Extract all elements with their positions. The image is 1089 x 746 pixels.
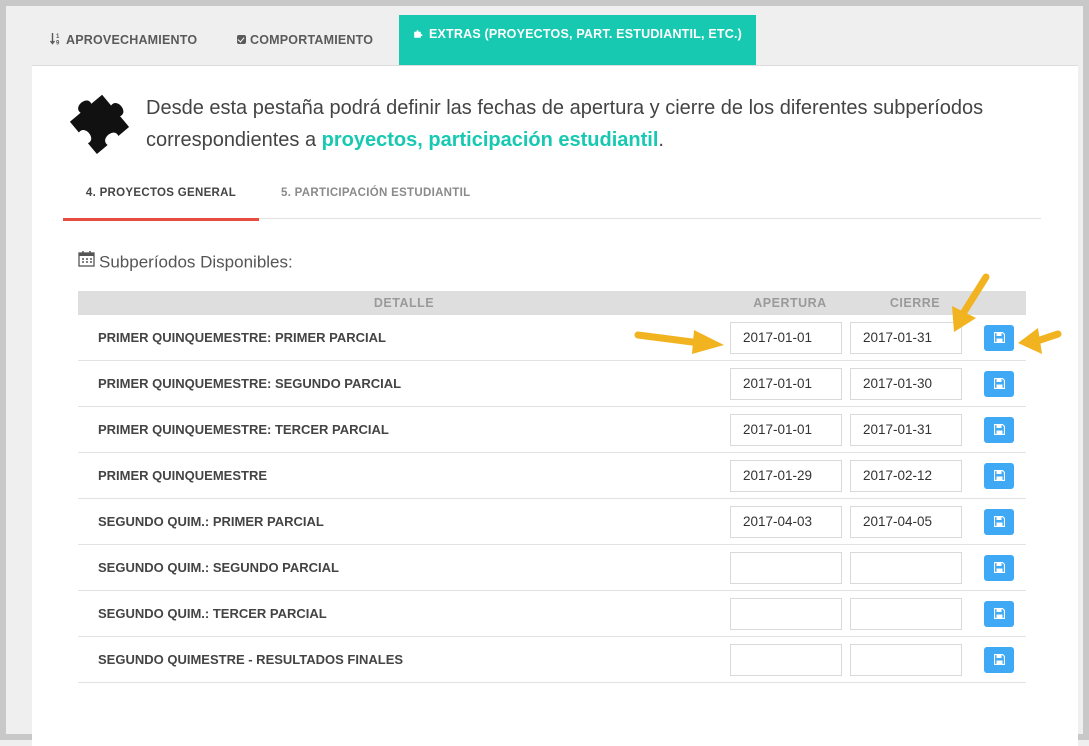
table-header-row: DETALLE APERTURA CIERRE bbox=[78, 291, 1026, 315]
apertura-date-input[interactable] bbox=[730, 643, 842, 676]
save-floppy-icon bbox=[993, 470, 1005, 481]
cierre-date-input[interactable] bbox=[850, 597, 962, 630]
table-row: PRIMER QUINQUEMESTRE: TERCER PARCIAL bbox=[78, 406, 1026, 453]
puzzle-piece-icon bbox=[413, 16, 425, 54]
apertura-cell bbox=[730, 406, 850, 453]
apertura-date-input[interactable] bbox=[730, 505, 842, 538]
detalle-cell: PRIMER QUINQUEMESTRE: SEGUNDO PARCIAL bbox=[78, 360, 730, 407]
cierre-date-input[interactable] bbox=[850, 413, 962, 446]
extras-panel: Desde esta pestaña podrá definir las fec… bbox=[32, 66, 1078, 746]
cierre-cell bbox=[850, 636, 980, 683]
detalle-cell: PRIMER QUINQUEMESTRE bbox=[78, 452, 730, 499]
apertura-date-input[interactable] bbox=[730, 367, 842, 400]
apertura-cell bbox=[730, 360, 850, 407]
actions-cell bbox=[980, 452, 1026, 499]
col-header-detalle: DETALLE bbox=[78, 291, 730, 315]
cierre-date-input[interactable] bbox=[850, 551, 962, 584]
detalle-cell: SEGUNDO QUIM.: TERCER PARCIAL bbox=[78, 590, 730, 637]
detalle-cell: PRIMER QUINQUEMESTRE: PRIMER PARCIAL bbox=[78, 315, 730, 361]
apertura-cell bbox=[730, 636, 850, 683]
save-floppy-icon bbox=[993, 654, 1005, 665]
detalle-cell: SEGUNDO QUIM.: PRIMER PARCIAL bbox=[78, 498, 730, 545]
tab-label: APROVECHAMIENTO bbox=[66, 33, 198, 47]
intro-highlight: proyectos, participación estudiantil bbox=[321, 129, 659, 151]
annotation-arrow-icon bbox=[634, 330, 724, 354]
tab-comportamiento[interactable]: COMPORTAMIENTO bbox=[237, 15, 373, 65]
cierre-cell bbox=[850, 452, 980, 499]
actions-cell bbox=[980, 406, 1026, 453]
tab-label: COMPORTAMIENTO bbox=[250, 33, 374, 47]
cierre-date-input[interactable] bbox=[850, 505, 962, 538]
cierre-date-input[interactable] bbox=[850, 643, 962, 676]
apertura-cell bbox=[730, 315, 850, 361]
save-button[interactable] bbox=[984, 508, 1014, 535]
section-title-text: Subperíodos Disponibles: bbox=[99, 252, 293, 272]
table-row: PRIMER QUINQUEMESTRE bbox=[78, 452, 1026, 499]
apertura-date-input[interactable] bbox=[730, 597, 842, 630]
save-floppy-icon bbox=[993, 608, 1005, 619]
sort-numeric-icon: 19 bbox=[49, 16, 62, 66]
annotation-arrow-icon bbox=[952, 273, 990, 332]
table-row: SEGUNDO QUIMESTRE - RESULTADOS FINALES bbox=[78, 636, 1026, 683]
save-floppy-icon bbox=[993, 332, 1005, 343]
save-button[interactable] bbox=[984, 554, 1014, 581]
actions-cell bbox=[980, 360, 1026, 407]
table-row: SEGUNDO QUIM.: TERCER PARCIAL bbox=[78, 590, 1026, 637]
cierre-cell bbox=[850, 406, 980, 453]
svg-text:9: 9 bbox=[56, 40, 60, 45]
intro-text-end: . bbox=[658, 129, 664, 151]
detalle-cell: SEGUNDO QUIM.: SEGUNDO PARCIAL bbox=[78, 544, 730, 591]
section-title: Subperíodos Disponibles: bbox=[78, 250, 293, 274]
actions-cell bbox=[980, 590, 1026, 637]
apertura-date-input[interactable] bbox=[730, 551, 842, 584]
save-button[interactable] bbox=[984, 462, 1014, 489]
save-button[interactable] bbox=[984, 370, 1014, 397]
cierre-cell bbox=[850, 360, 980, 407]
tab-aprovechamiento[interactable]: 19 APROVECHAMIENTO bbox=[49, 15, 198, 66]
actions-cell bbox=[980, 498, 1026, 545]
apertura-date-input[interactable] bbox=[730, 459, 842, 492]
subperiods-table: DETALLE APERTURA CIERRE PRIMER QUINQUEME… bbox=[78, 291, 1026, 683]
cierre-date-input[interactable] bbox=[850, 459, 962, 492]
cierre-date-input[interactable] bbox=[850, 367, 962, 400]
subtab-proyectos-general[interactable]: 4. PROYECTOS GENERAL bbox=[63, 168, 259, 221]
cierre-cell bbox=[850, 590, 980, 637]
save-button[interactable] bbox=[984, 600, 1014, 627]
table-row: PRIMER QUINQUEMESTRE: SEGUNDO PARCIAL bbox=[78, 360, 1026, 407]
sub-tab-bar: 4. PROYECTOS GENERAL 5. PARTICIPACIÓN ES… bbox=[63, 168, 1041, 221]
save-button[interactable] bbox=[984, 416, 1014, 443]
table-row: PRIMER QUINQUEMESTRE: PRIMER PARCIAL bbox=[78, 315, 1026, 361]
subtab-participacion-estudiantil[interactable]: 5. PARTICIPACIÓN ESTUDIANTIL bbox=[281, 168, 470, 218]
save-button[interactable] bbox=[984, 646, 1014, 673]
cierre-cell bbox=[850, 498, 980, 545]
table-row: SEGUNDO QUIM.: PRIMER PARCIAL bbox=[78, 498, 1026, 545]
col-header-apertura: APERTURA bbox=[730, 291, 850, 315]
tab-label: EXTRAS (PROYECTOS, PART. ESTUDIANTIL, ET… bbox=[428, 27, 743, 41]
detalle-cell: PRIMER QUINQUEMESTRE: TERCER PARCIAL bbox=[78, 406, 730, 453]
apertura-date-input[interactable] bbox=[730, 413, 842, 446]
puzzle-piece-icon bbox=[69, 94, 130, 154]
save-floppy-icon bbox=[993, 562, 1005, 573]
svg-text:1: 1 bbox=[56, 34, 60, 40]
save-floppy-icon bbox=[993, 424, 1005, 435]
apertura-date-input[interactable] bbox=[730, 321, 842, 354]
apertura-cell bbox=[730, 544, 850, 591]
save-floppy-icon bbox=[993, 516, 1005, 527]
table-row: SEGUNDO QUIM.: SEGUNDO PARCIAL bbox=[78, 544, 1026, 591]
apertura-cell bbox=[730, 452, 850, 499]
annotation-arrow-icon bbox=[1018, 328, 1062, 354]
actions-cell bbox=[980, 544, 1026, 591]
check-square-icon bbox=[237, 35, 246, 45]
top-tab-bar: 19 APROVECHAMIENTO COMPORTAMIENTO EXTRAS… bbox=[32, 15, 1078, 66]
apertura-cell bbox=[730, 498, 850, 545]
calendar-icon bbox=[78, 250, 95, 272]
actions-cell bbox=[980, 636, 1026, 683]
intro-text: Desde esta pestaña podrá definir las fec… bbox=[146, 92, 1046, 156]
table-body: PRIMER QUINQUEMESTRE: PRIMER PARCIALPRIM… bbox=[78, 315, 1026, 683]
tab-extras[interactable]: EXTRAS (PROYECTOS, PART. ESTUDIANTIL, ET… bbox=[399, 15, 756, 65]
cierre-cell bbox=[850, 544, 980, 591]
save-floppy-icon bbox=[993, 378, 1005, 389]
apertura-cell bbox=[730, 590, 850, 637]
detalle-cell: SEGUNDO QUIMESTRE - RESULTADOS FINALES bbox=[78, 636, 730, 683]
